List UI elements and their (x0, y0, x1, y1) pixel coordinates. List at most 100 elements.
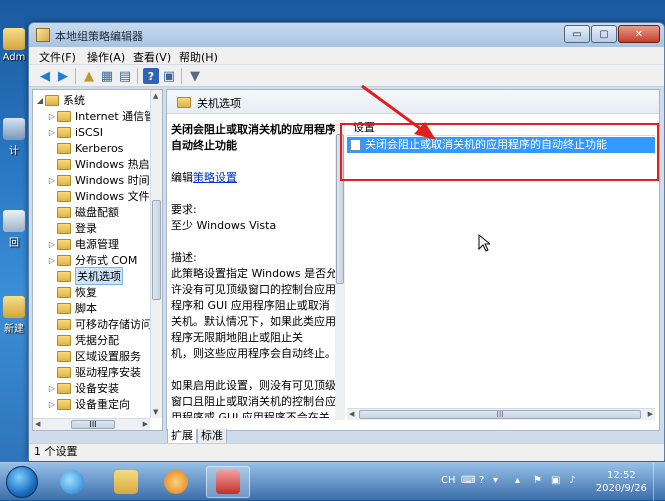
properties-icon[interactable]: ▣ (161, 68, 177, 84)
taskbar-gpedit[interactable] (206, 466, 250, 498)
folder-icon (114, 470, 138, 494)
status-text: 1 个设置 (34, 445, 78, 458)
tree-item[interactable]: ▷ 设备重定向 (47, 396, 130, 412)
close-button[interactable]: ✕ (618, 25, 660, 43)
scroll-thumb[interactable]: III (359, 410, 641, 419)
show-hidden-icons-icon[interactable]: ▴ (515, 475, 520, 486)
ime-icon[interactable]: ⌨ (461, 475, 475, 486)
scroll-right-icon[interactable]: ▶ (143, 420, 148, 428)
back-arrow-icon[interactable]: ◀ (37, 68, 53, 84)
tree-item[interactable]: ▷ iSCSI (47, 124, 103, 140)
desktop-icon-admin[interactable]: Adm (0, 28, 28, 63)
title-bar[interactable]: 本地组策略编辑器 ▭ ▢ ✕ (29, 23, 664, 47)
tree-item[interactable]: ▷ Internet 通信管 (47, 108, 155, 124)
tree-item-label: Windows 文件 (75, 190, 150, 203)
show-desktop-button[interactable] (653, 463, 665, 501)
tree-pane[interactable]: ◢ 系统 ▷ Internet 通信管 ▷ iSCSI Kerberos Win… (32, 89, 163, 431)
network-icon[interactable]: ▣ (551, 475, 560, 486)
menu-help[interactable]: 帮助(H) (179, 49, 218, 65)
minimize-button[interactable]: ▭ (564, 25, 590, 43)
recycle-bin-icon (3, 210, 25, 232)
show-hide-tree-icon[interactable]: ▦ (99, 68, 115, 84)
scroll-down-icon[interactable]: ▼ (153, 408, 158, 416)
maximize-button[interactable]: ▢ (591, 25, 617, 43)
list-horizontal-scrollbar[interactable]: ◀ III ▶ (347, 408, 655, 420)
tree-item[interactable]: 磁盘配额 (47, 204, 119, 220)
expander-icon[interactable]: ▷ (47, 240, 57, 249)
tree-item[interactable]: Kerberos (47, 140, 123, 156)
clock[interactable]: 12:52 2020/9/26 (596, 469, 647, 495)
help-icon[interactable]: ? (143, 68, 159, 84)
menu-view[interactable]: 查看(V) (133, 49, 171, 65)
tree-item-label: 可移动存储访问 (75, 318, 152, 331)
expander-icon[interactable]: ▷ (47, 112, 57, 121)
tree-item-system[interactable]: ◢ 系统 (35, 92, 85, 108)
tree-item[interactable]: Windows 热启 (47, 156, 150, 172)
expander-icon[interactable]: ◢ (35, 96, 45, 105)
folder-icon (57, 382, 71, 394)
volume-icon[interactable]: ♪ (569, 475, 575, 486)
tree-item[interactable]: ▷ 电源管理 (47, 236, 119, 252)
desktop-icon-new-folder[interactable]: 新建 (0, 296, 28, 335)
description-line: 窗口且阻止或取消关机的控制台应 (171, 395, 336, 408)
chevron-down-icon[interactable]: ▾ (493, 475, 498, 486)
media-player-icon (164, 470, 188, 494)
description-line: 机，则这些应用程序会自动终止。 (171, 347, 336, 360)
description-line: 此策略设置指定 Windows 是否允 (171, 267, 338, 280)
expander-icon[interactable]: ▷ (47, 256, 57, 265)
expander-icon[interactable]: ▷ (47, 128, 57, 137)
up-folder-icon[interactable]: ▲ (81, 68, 97, 84)
tree-vertical-scrollbar[interactable]: ▲ ▼ (150, 90, 162, 418)
scroll-left-icon[interactable]: ◀ (349, 410, 354, 418)
tree-item-shutdown-options[interactable]: 关机选项 (47, 267, 123, 285)
input-language[interactable]: CH (441, 475, 456, 486)
scroll-up-icon[interactable]: ▲ (153, 92, 158, 100)
tree-item-label: 设备重定向 (75, 398, 130, 411)
tree-item[interactable]: Windows 文件 (47, 188, 150, 204)
export-list-icon[interactable]: ▤ (117, 68, 133, 84)
folder-icon (57, 286, 71, 298)
desktop-icon-label: Adm (2, 52, 26, 63)
folder-icon (57, 398, 71, 410)
scroll-thumb[interactable] (152, 200, 161, 300)
menu-action[interactable]: 操作(A) (87, 49, 125, 65)
description-line: 许没有可见顶级窗口的控制台应用 (171, 283, 336, 296)
scroll-left-icon[interactable]: ◀ (35, 420, 40, 428)
tree-item[interactable]: 可移动存储访问 (47, 316, 152, 332)
flag-icon[interactable]: ⚑ (533, 475, 542, 486)
folder-icon (57, 318, 71, 330)
expander-icon[interactable]: ▷ (47, 384, 57, 393)
tree-item-label: 脚本 (75, 302, 97, 315)
tree-item[interactable]: ▷ 设备安装 (47, 380, 119, 396)
folder-icon (57, 174, 71, 186)
forward-arrow-icon[interactable]: ▶ (55, 68, 71, 84)
start-button[interactable] (6, 466, 38, 498)
scroll-right-icon[interactable]: ▶ (648, 410, 653, 418)
filter-icon[interactable]: ▼ (187, 68, 203, 84)
tree-item[interactable]: 驱动程序安装 (47, 364, 141, 380)
menu-file[interactable]: 文件(F) (39, 49, 76, 65)
tree-item[interactable]: 凭据分配 (47, 332, 119, 348)
desktop-icon-recycle-bin[interactable]: 回 (0, 210, 28, 249)
requirements-value: 至少 Windows Vista (171, 219, 277, 232)
folder-icon (3, 296, 25, 318)
edit-policy-link[interactable]: 策略设置 (193, 171, 237, 184)
folder-icon (57, 142, 71, 154)
tree-item[interactable]: 恢复 (47, 284, 97, 300)
tree-item[interactable]: ▷ 分布式 COM (47, 252, 137, 268)
tree-horizontal-scrollbar[interactable]: ◀ III ▶ (33, 418, 150, 430)
tree-item-label: Kerberos (75, 141, 124, 155)
tree-item[interactable]: 脚本 (47, 300, 97, 316)
scroll-thumb[interactable]: III (71, 420, 115, 429)
expander-icon[interactable]: ▷ (47, 176, 57, 185)
tree-item[interactable]: 登录 (47, 220, 97, 236)
taskbar-internet-explorer[interactable] (50, 466, 94, 498)
taskbar-media-player[interactable] (154, 466, 198, 498)
desktop-icon-computer[interactable]: 计 (0, 118, 28, 157)
tree-item[interactable]: 区域设置服务 (47, 348, 141, 364)
help-icon[interactable]: ? (479, 475, 484, 486)
tree-item[interactable]: ▷ Windows 时间 (47, 172, 150, 188)
caption-buttons: ▭ ▢ ✕ (563, 25, 660, 43)
expander-icon[interactable]: ▷ (47, 400, 57, 409)
taskbar-explorer[interactable] (104, 466, 148, 498)
